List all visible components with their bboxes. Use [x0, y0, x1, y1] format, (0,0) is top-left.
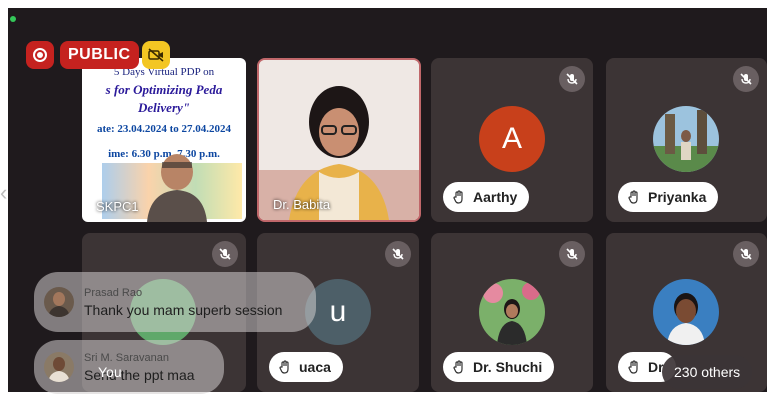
status-dot — [10, 16, 16, 22]
participant-name: uaca — [299, 359, 331, 375]
mic-off-icon — [559, 241, 585, 267]
participant-name: Dr. Babita — [273, 197, 331, 212]
mic-off-icon — [733, 241, 759, 267]
avatar — [653, 279, 719, 345]
participant-name-pill: Aarthy — [443, 182, 530, 212]
hand-icon — [626, 359, 642, 375]
avatar — [653, 106, 719, 172]
avatar: A — [479, 106, 545, 172]
participant-tile-babita[interactable]: Dr. Babita — [257, 58, 421, 222]
hand-icon — [626, 189, 642, 205]
slide-line: s for Optimizing Peda — [105, 82, 223, 97]
self-view-label: You — [98, 364, 122, 380]
public-badge[interactable]: PUBLIC — [60, 41, 139, 69]
record-icon[interactable] — [26, 41, 54, 69]
hand-icon — [277, 359, 293, 375]
participant-tile-shuchi[interactable]: Dr. Shuchi — [431, 233, 593, 392]
participant-name-pill: uaca — [269, 352, 343, 382]
mic-off-icon — [733, 66, 759, 92]
camera-off-icon[interactable] — [142, 41, 170, 69]
hand-icon — [451, 359, 467, 375]
others-count-button[interactable]: 230 others — [662, 355, 753, 389]
mic-off-icon — [212, 241, 238, 267]
chat-sender: Prasad Rao — [84, 286, 143, 299]
slide-line: ate: 23.04.2024 to 27.04.2024 — [96, 123, 232, 135]
chevron-left-icon[interactable]: ‹ — [0, 178, 10, 208]
participant-name-pill: Priyanka — [618, 182, 719, 212]
participant-video — [259, 60, 419, 220]
mic-off-icon — [559, 66, 585, 92]
mic-off-icon — [385, 241, 411, 267]
participant-tile-aarthy[interactable]: A Aarthy — [431, 58, 593, 222]
slide-line: Delivery" — [138, 100, 190, 115]
participant-name-pill: Dr. Shuchi — [443, 352, 555, 382]
presenter-label: SKPC1 — [96, 199, 139, 214]
participant-name: Aarthy — [473, 189, 518, 205]
avatar — [44, 352, 74, 382]
presenter-video — [147, 154, 207, 222]
avatar — [479, 279, 545, 345]
chat-message: Thank you mam superb session — [84, 301, 283, 318]
participant-name: Priyanka — [648, 189, 707, 205]
participant-tile-priyanka[interactable]: Priyanka — [606, 58, 767, 222]
avatar — [44, 287, 74, 317]
chat-bubble: Sri M. Saravanan Send the ppt maa — [34, 340, 224, 394]
screen-share-tile[interactable]: 5 Days Virtual PDP on s for Optimizing P… — [82, 58, 246, 222]
hand-icon — [451, 189, 467, 205]
window-top-strip — [0, 0, 767, 8]
participant-name: Dr. Shuchi — [473, 359, 543, 375]
chat-sender: Sri M. Saravanan — [84, 351, 169, 364]
chat-bubble: Prasad Rao Thank you mam superb session — [34, 272, 316, 332]
